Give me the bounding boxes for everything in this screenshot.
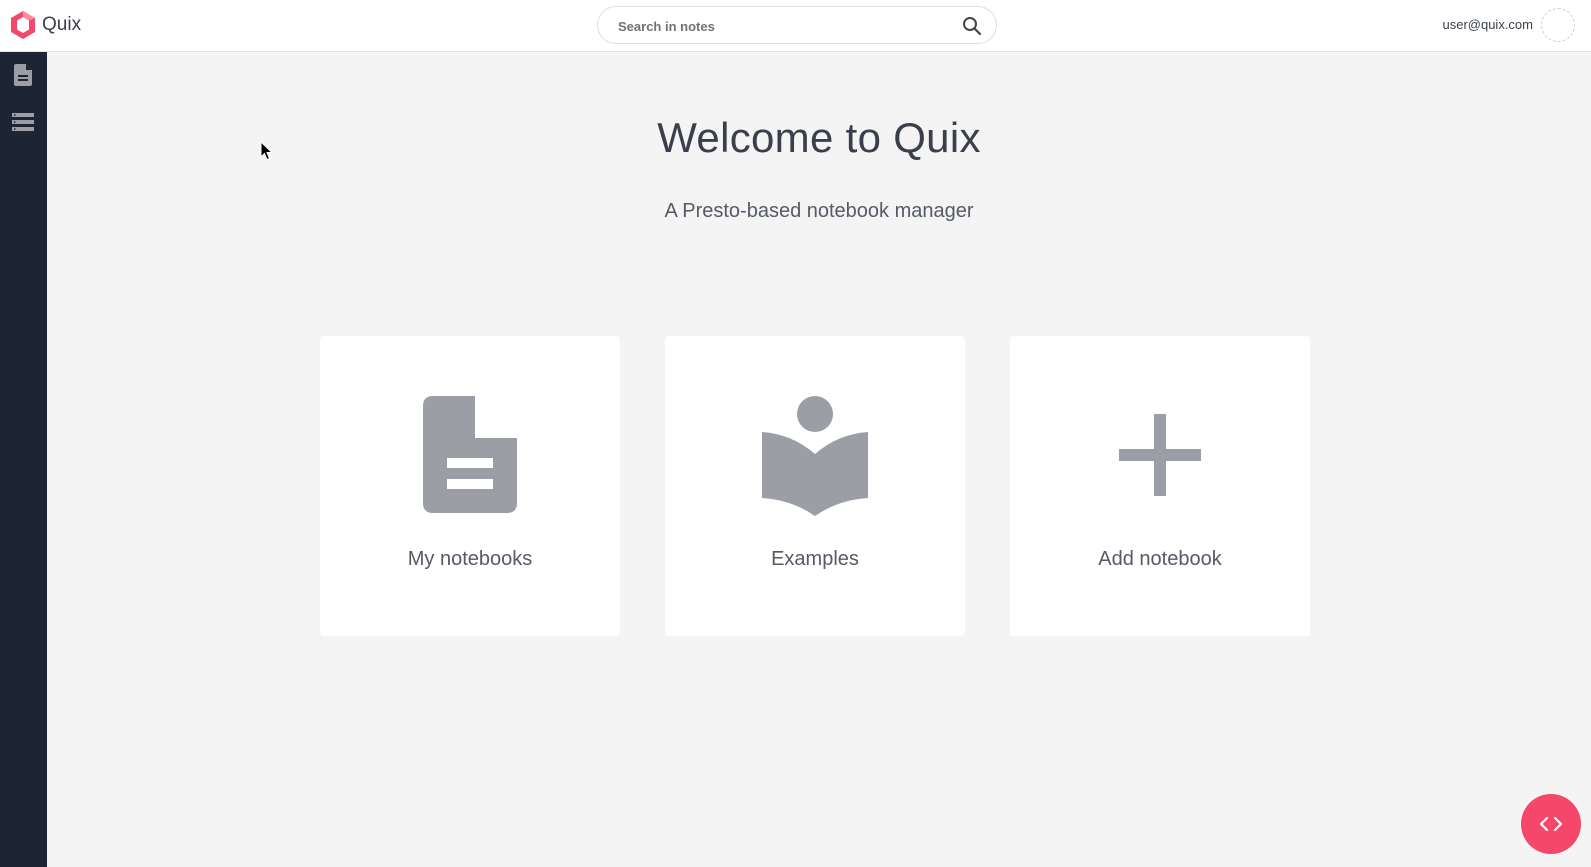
- avatar[interactable]: [1541, 8, 1575, 42]
- database-icon: [12, 113, 34, 131]
- search-input[interactable]: [618, 16, 948, 36]
- brand-logo[interactable]: Quix: [10, 10, 81, 40]
- card-examples[interactable]: Examples: [665, 336, 965, 636]
- top-bar: Quix user@quix.com: [0, 0, 1591, 52]
- user-email[interactable]: user@quix.com: [1442, 17, 1533, 32]
- quix-logo-icon: [11, 11, 35, 39]
- plus-icon: [1119, 414, 1201, 496]
- page-subtitle: A Presto-based notebook manager: [664, 200, 974, 222]
- sidebar: [0, 52, 47, 867]
- main-content: Welcome to Quix A Presto-based notebook …: [47, 52, 1591, 867]
- app-name: Quix: [42, 14, 82, 35]
- sidebar-item-notebooks[interactable]: [11, 63, 35, 87]
- card-my-notebooks[interactable]: My notebooks: [320, 336, 620, 636]
- page-title: Welcome to Quix: [657, 114, 981, 161]
- card-add-notebook[interactable]: Add notebook: [1010, 336, 1310, 636]
- reading-book-icon: [762, 396, 868, 516]
- mouse-cursor-icon: [260, 141, 274, 161]
- card-label: My notebooks: [407, 548, 533, 570]
- sidebar-item-database[interactable]: [11, 110, 35, 134]
- code-icon: [1539, 816, 1563, 832]
- code-editor-button[interactable]: [1521, 794, 1581, 854]
- search-icon[interactable]: [962, 16, 982, 36]
- notebook-icon: [14, 64, 32, 86]
- card-label: Add notebook: [1098, 548, 1222, 570]
- search-box[interactable]: [597, 6, 997, 44]
- card-label: Examples: [771, 548, 859, 570]
- document-icon: [423, 396, 517, 513]
